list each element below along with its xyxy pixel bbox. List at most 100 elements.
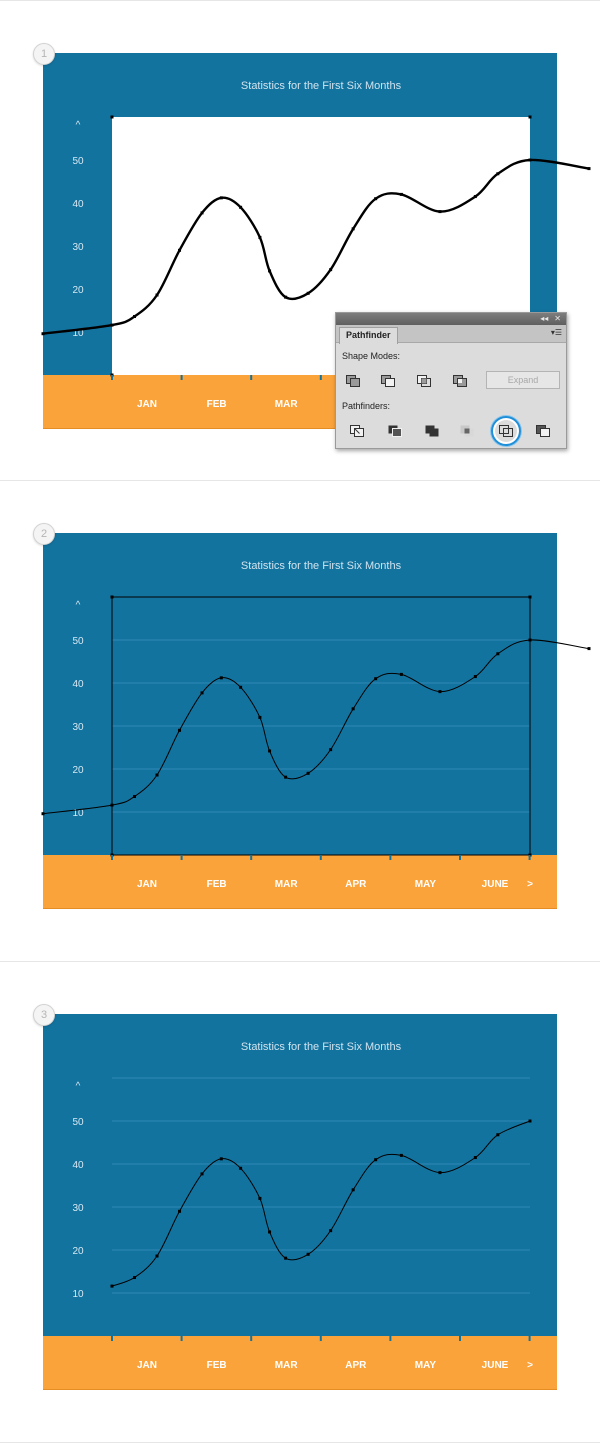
data-point xyxy=(200,211,204,215)
panel-menu-icon[interactable]: ▾☰ xyxy=(551,328,562,337)
data-point xyxy=(306,291,310,295)
data-point xyxy=(155,293,159,297)
data-point xyxy=(219,1157,223,1161)
step-2-panel: 2 Statistics for the First Six Months ^ 10… xyxy=(0,481,600,962)
data-point xyxy=(200,691,204,695)
x-axis-band xyxy=(43,1336,557,1389)
intersect-button[interactable] xyxy=(415,373,433,389)
data-point xyxy=(438,210,442,214)
anchor-point xyxy=(528,115,532,119)
data-point xyxy=(178,1209,182,1213)
data-point xyxy=(258,715,262,719)
data-point xyxy=(258,235,262,239)
y-axis-arrow: ^ xyxy=(76,600,81,611)
data-point xyxy=(438,690,442,694)
x-tick-label: FEB xyxy=(207,879,227,890)
pathfinder-tab-row: Pathfinder ▾☰ xyxy=(336,325,566,344)
data-point xyxy=(528,638,532,642)
data-point xyxy=(496,1133,500,1137)
step-number-badge: 1 xyxy=(33,43,55,65)
close-icon[interactable]: ✕ xyxy=(554,313,561,325)
x-tick-label: JAN xyxy=(137,399,157,410)
data-point xyxy=(268,269,272,273)
minus-back-button[interactable] xyxy=(534,423,552,439)
step-1-panel: 1 Statistics for the First Six Months ^ 10… xyxy=(0,0,600,481)
data-point xyxy=(399,192,403,196)
data-point xyxy=(219,676,223,680)
data-point xyxy=(41,812,45,816)
anchor-point xyxy=(110,115,114,119)
data-point xyxy=(133,1276,137,1280)
y-tick-label: 40 xyxy=(72,1160,84,1171)
crop-button[interactable] xyxy=(458,423,476,439)
chart-title: Statistics for the First Six Months xyxy=(241,1041,402,1053)
x-tick-label: MAR xyxy=(275,879,299,890)
minus-front-icon xyxy=(381,375,395,387)
data-point xyxy=(374,677,378,681)
pathfinder-titlebar[interactable]: ◂◂ ✕ xyxy=(336,313,566,325)
outline-icon xyxy=(499,425,513,437)
data-point xyxy=(306,771,310,775)
x-tick-label: APR xyxy=(345,1360,367,1371)
merge-button[interactable] xyxy=(423,423,441,439)
data-point xyxy=(239,685,243,689)
x-tick-label: MAY xyxy=(415,1360,437,1371)
data-point xyxy=(587,167,591,171)
data-point xyxy=(284,775,288,779)
x-tick-label: JAN xyxy=(137,879,157,890)
expand-button[interactable]: Expand xyxy=(486,371,560,389)
data-point xyxy=(496,652,500,656)
data-point xyxy=(155,773,159,777)
data-point xyxy=(268,1230,272,1234)
chart-background xyxy=(43,533,557,855)
data-point xyxy=(329,268,333,272)
data-point xyxy=(473,675,477,679)
exclude-button[interactable] xyxy=(451,373,469,389)
x-tick-label: APR xyxy=(345,879,367,890)
data-point xyxy=(306,1252,310,1256)
data-point xyxy=(496,172,500,176)
shape-modes-label: Shape Modes: xyxy=(342,351,401,361)
data-point xyxy=(351,707,355,711)
data-point xyxy=(110,803,114,807)
data-point xyxy=(200,1172,204,1176)
data-point xyxy=(110,323,114,327)
y-axis-arrow: ^ xyxy=(76,120,81,131)
trim-button[interactable] xyxy=(386,423,404,439)
data-point xyxy=(329,1229,333,1233)
y-tick-label: 40 xyxy=(72,679,84,690)
data-point xyxy=(258,1196,262,1200)
divide-button[interactable] xyxy=(348,423,366,439)
anchor-point xyxy=(110,595,114,599)
exclude-icon xyxy=(453,375,467,387)
x-tick-label: FEB xyxy=(207,399,227,410)
x-tick-label: MAR xyxy=(275,399,299,410)
tab-pathfinder[interactable]: Pathfinder xyxy=(339,327,398,344)
data-point xyxy=(133,315,137,319)
data-point xyxy=(351,1188,355,1192)
x-tick-label: JUNE xyxy=(482,879,509,890)
y-tick-label: 30 xyxy=(72,242,84,253)
data-point xyxy=(473,195,477,199)
data-point xyxy=(399,1153,403,1157)
minus-back-icon xyxy=(536,425,550,437)
data-point xyxy=(133,795,137,799)
minus-front-button[interactable] xyxy=(379,373,397,389)
x-axis-band xyxy=(43,855,557,908)
data-point xyxy=(587,647,591,651)
divide-icon xyxy=(350,425,364,437)
unite-icon xyxy=(346,375,360,387)
y-tick-label: 20 xyxy=(72,285,84,296)
data-point xyxy=(268,749,272,753)
collapse-icon[interactable]: ◂◂ xyxy=(540,313,548,325)
pathfinders-label: Pathfinders: xyxy=(342,401,391,411)
data-point xyxy=(178,248,182,252)
unite-button[interactable] xyxy=(344,373,362,389)
chart-step-2: Statistics for the First Six Months^1020… xyxy=(41,533,591,909)
x-axis-arrow: > xyxy=(527,1360,533,1371)
data-point xyxy=(110,1284,114,1288)
x-tick-label: MAY xyxy=(415,879,437,890)
outline-button[interactable] xyxy=(491,416,521,446)
data-point xyxy=(528,1119,532,1123)
data-point xyxy=(155,1254,159,1258)
